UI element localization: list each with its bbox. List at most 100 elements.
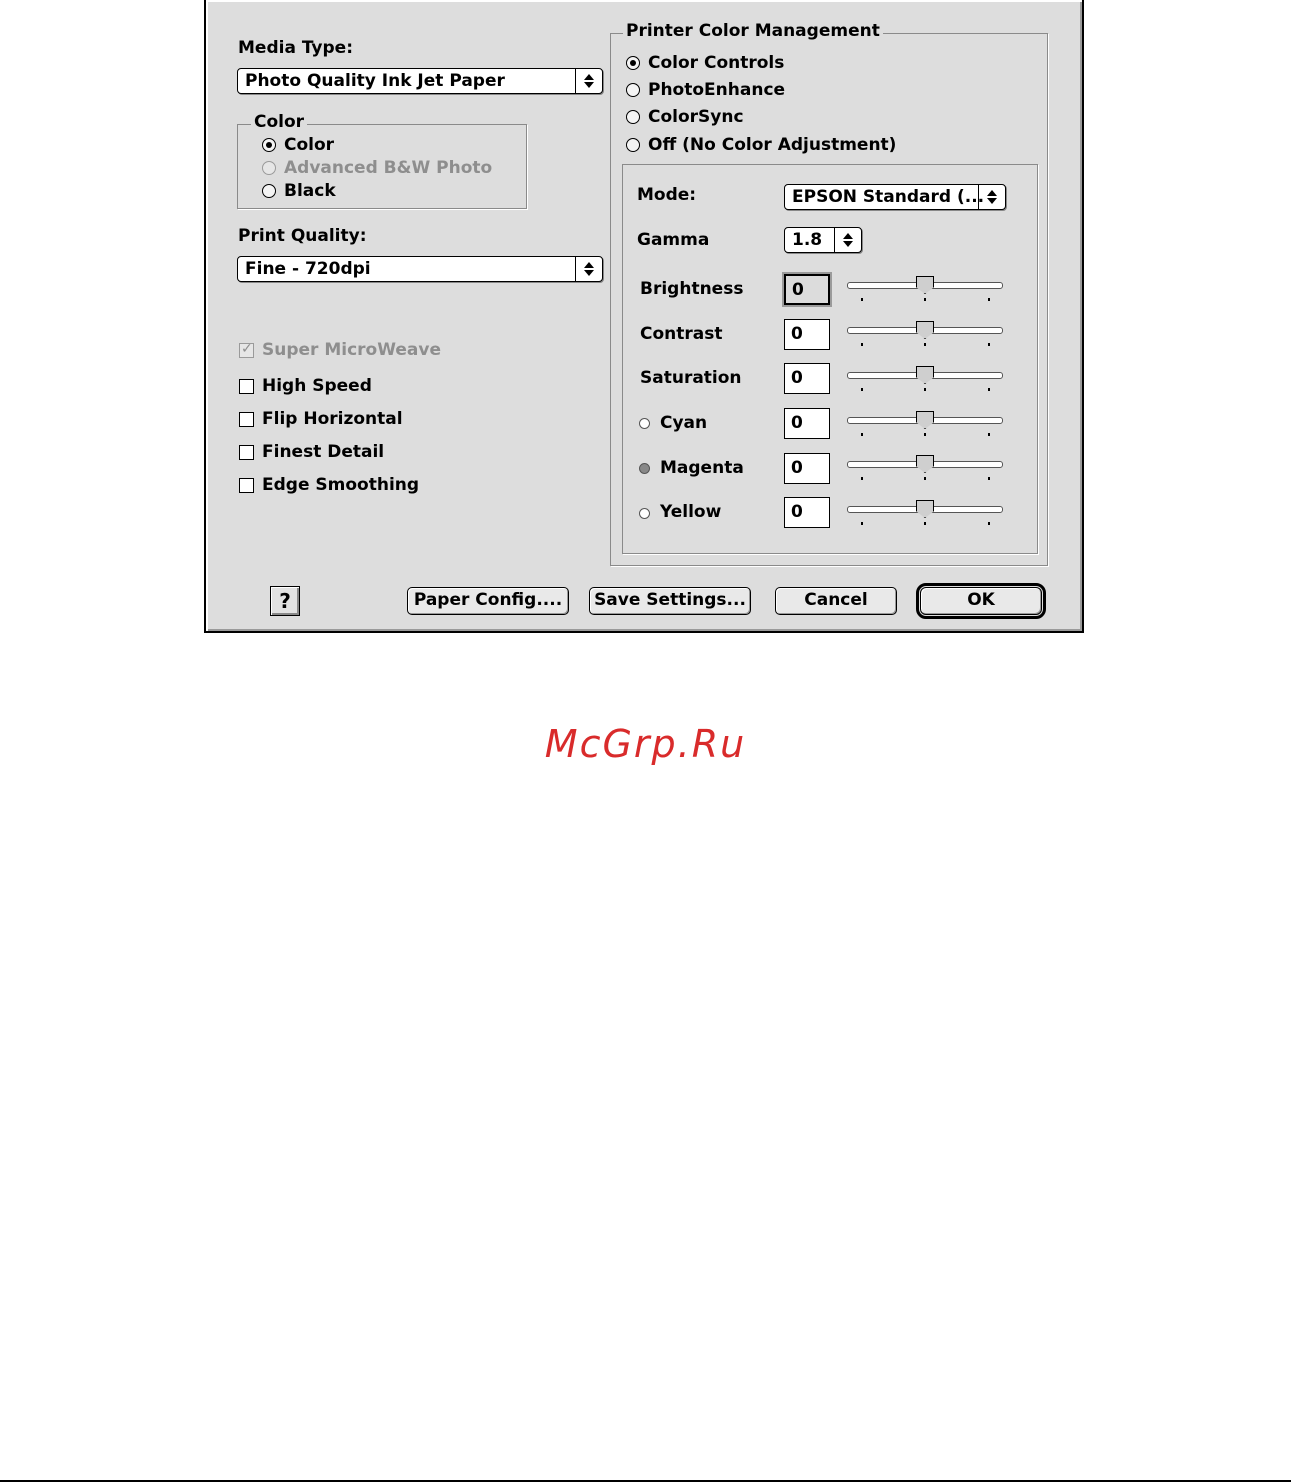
checkbox-icon bbox=[239, 478, 254, 493]
media-type-popup[interactable]: Photo Quality Ink Jet Paper bbox=[237, 68, 603, 94]
color-option-black[interactable]: Black bbox=[261, 180, 461, 202]
slider-thumb[interactable] bbox=[916, 500, 934, 518]
media-type-value: Photo Quality Ink Jet Paper bbox=[245, 71, 505, 91]
slider-thumb[interactable] bbox=[916, 411, 934, 429]
radio-selected-icon bbox=[262, 138, 276, 152]
watermark-text: McGrp.Ru bbox=[544, 722, 747, 766]
popup-arrows-icon bbox=[575, 257, 602, 281]
gamma-value: 1.8 bbox=[792, 230, 823, 250]
brightness-slider[interactable] bbox=[847, 276, 1003, 302]
slider-tick bbox=[924, 433, 926, 436]
color-option-advanced-bw: Advanced B&W Photo bbox=[261, 157, 501, 179]
yellow-field[interactable]: 0 bbox=[784, 497, 830, 528]
checkbox-checked-icon: ✓ bbox=[239, 341, 254, 358]
yellow-slider[interactable] bbox=[847, 500, 1003, 526]
cyan-field[interactable]: 0 bbox=[784, 408, 830, 439]
checkbox-icon bbox=[239, 445, 254, 460]
print-quality-label: Print Quality: bbox=[238, 226, 367, 246]
popup-arrows-icon bbox=[978, 185, 1005, 209]
magenta-label: Magenta bbox=[660, 458, 744, 478]
slider-tick bbox=[988, 343, 990, 346]
slider-tick bbox=[988, 477, 990, 480]
brightness-field[interactable]: 0 bbox=[784, 274, 830, 305]
media-type-label: Media Type: bbox=[238, 38, 353, 58]
print-quality-value: Fine - 720dpi bbox=[245, 259, 371, 279]
radio-icon bbox=[626, 110, 640, 124]
color-option-color[interactable]: Color bbox=[261, 134, 461, 156]
mode-popup[interactable]: EPSON Standard (... bbox=[784, 184, 1006, 210]
magenta-slider[interactable] bbox=[847, 455, 1003, 481]
contrast-slider[interactable] bbox=[847, 321, 1003, 347]
ok-button[interactable]: OK bbox=[916, 583, 1046, 619]
contrast-label: Contrast bbox=[640, 324, 723, 344]
magenta-value: 0 bbox=[791, 458, 803, 478]
slider-tick bbox=[988, 298, 990, 301]
slider-tick bbox=[924, 477, 926, 480]
gamma-label: Gamma bbox=[637, 230, 710, 250]
cm-option-colorsync[interactable]: ColorSync bbox=[625, 106, 825, 128]
cm-option-label: Off (No Color Adjustment) bbox=[648, 135, 897, 155]
cm-option-photoenhance[interactable]: PhotoEnhance bbox=[625, 79, 825, 101]
slider-tick bbox=[861, 388, 863, 391]
print-quality-popup[interactable]: Fine - 720dpi bbox=[237, 256, 603, 282]
contrast-field[interactable]: 0 bbox=[784, 319, 830, 350]
slider-tick bbox=[924, 522, 926, 525]
slider-tick bbox=[924, 343, 926, 346]
color-group-title: Color bbox=[251, 112, 308, 132]
color-option-label: Color bbox=[284, 135, 335, 155]
radio-disabled-icon bbox=[262, 161, 276, 175]
radio-icon bbox=[626, 138, 640, 152]
cm-option-color-controls[interactable]: Color Controls bbox=[625, 52, 825, 74]
slider-tick bbox=[924, 388, 926, 391]
printer-settings-dialog: Media Type: Photo Quality Ink Jet Paper … bbox=[204, 0, 1084, 633]
cm-option-label: ColorSync bbox=[648, 107, 744, 127]
saturation-slider[interactable] bbox=[847, 366, 1003, 392]
help-button[interactable]: ? bbox=[270, 586, 300, 616]
paper-config-button[interactable]: Paper Config.... bbox=[407, 587, 569, 615]
yellow-value: 0 bbox=[791, 502, 803, 522]
page-bottom-rule bbox=[0, 1480, 1291, 1482]
cyan-value: 0 bbox=[791, 413, 803, 433]
checkbox-flip-horizontal[interactable]: Flip Horizontal bbox=[239, 408, 439, 430]
checkbox-finest-detail[interactable]: Finest Detail bbox=[239, 441, 439, 463]
cancel-button[interactable]: Cancel bbox=[775, 587, 897, 615]
cm-option-off[interactable]: Off (No Color Adjustment) bbox=[625, 134, 905, 156]
slider-thumb[interactable] bbox=[916, 455, 934, 473]
checkbox-high-speed[interactable]: High Speed bbox=[239, 375, 439, 397]
checkbox-icon bbox=[239, 412, 254, 427]
color-controls-panel bbox=[622, 164, 1038, 554]
yellow-radio[interactable] bbox=[639, 508, 650, 519]
slider-tick bbox=[861, 343, 863, 346]
saturation-value: 0 bbox=[791, 368, 803, 388]
checkbox-label: Finest Detail bbox=[262, 442, 385, 462]
cyan-slider[interactable] bbox=[847, 411, 1003, 437]
mode-label: Mode: bbox=[637, 185, 697, 205]
mode-value: EPSON Standard (... bbox=[792, 187, 985, 207]
popup-arrows-icon bbox=[834, 228, 861, 252]
popup-arrows-icon bbox=[575, 69, 602, 93]
saturation-field[interactable]: 0 bbox=[784, 363, 830, 394]
cyan-radio[interactable] bbox=[639, 418, 650, 429]
checkbox-edge-smoothing[interactable]: Edge Smoothing bbox=[239, 474, 439, 496]
magenta-radio[interactable] bbox=[639, 463, 650, 474]
checkbox-super-microweave: ✓ Super MicroWeave bbox=[239, 339, 479, 361]
slider-thumb[interactable] bbox=[916, 366, 934, 384]
checkbox-icon bbox=[239, 379, 254, 394]
gamma-popup[interactable]: 1.8 bbox=[784, 227, 862, 253]
magenta-field[interactable]: 0 bbox=[784, 453, 830, 484]
color-option-label: Black bbox=[284, 181, 336, 201]
yellow-label: Yellow bbox=[660, 502, 722, 522]
brightness-label: Brightness bbox=[640, 279, 744, 299]
save-settings-button[interactable]: Save Settings... bbox=[589, 587, 751, 615]
radio-icon bbox=[262, 184, 276, 198]
slider-thumb[interactable] bbox=[916, 321, 934, 339]
radio-selected-icon bbox=[626, 56, 640, 70]
slider-thumb[interactable] bbox=[916, 276, 934, 294]
color-option-label: Advanced B&W Photo bbox=[284, 158, 493, 178]
slider-tick bbox=[924, 298, 926, 301]
radio-icon bbox=[626, 83, 640, 97]
color-management-title: Printer Color Management bbox=[623, 21, 883, 41]
cm-option-label: PhotoEnhance bbox=[648, 80, 786, 100]
checkbox-label: Flip Horizontal bbox=[262, 409, 403, 429]
slider-tick bbox=[988, 433, 990, 436]
